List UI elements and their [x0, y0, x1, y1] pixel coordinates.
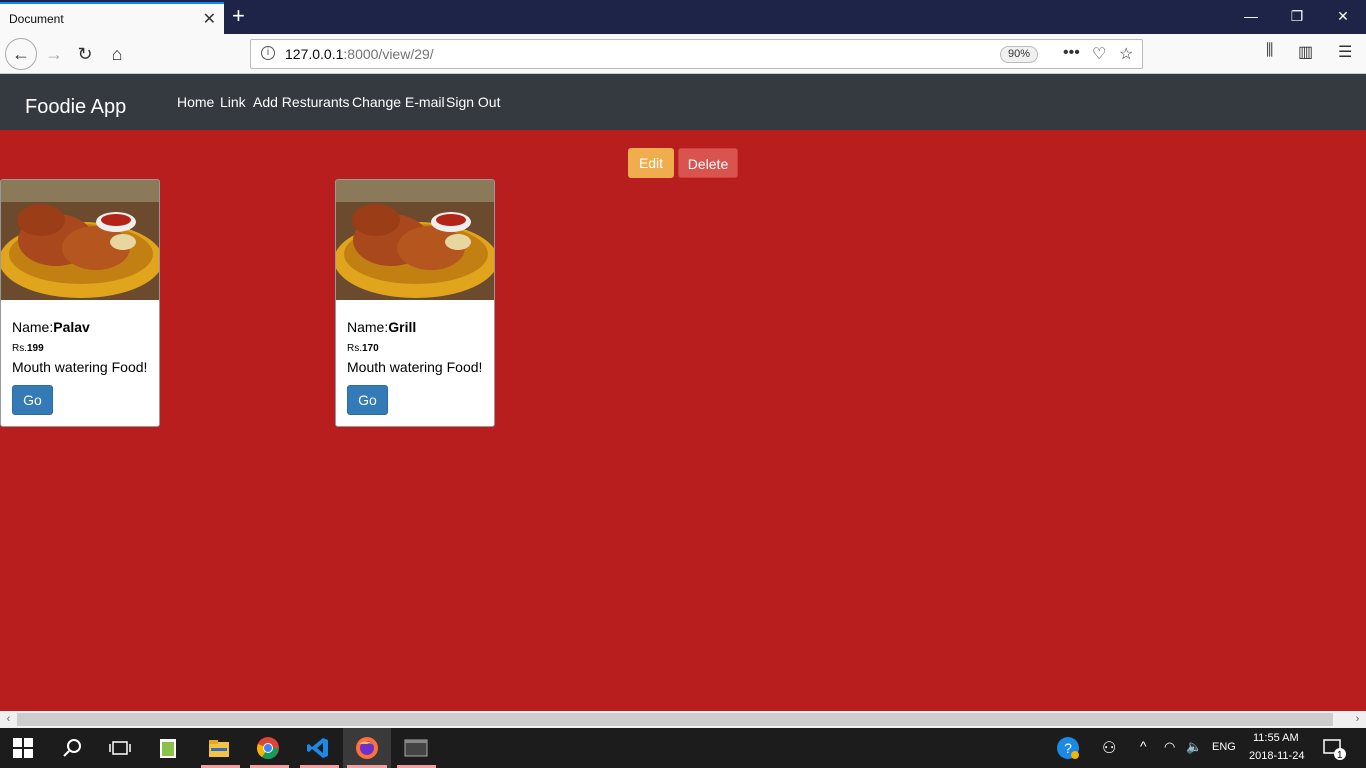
nav-link[interactable]: Link — [220, 94, 246, 110]
food-image — [336, 180, 494, 300]
more-icon[interactable]: ••• — [1063, 44, 1080, 62]
nav-add-restaurants[interactable]: Add Resturants — [253, 94, 350, 110]
url-bar[interactable]: i 127.0.0.1:8000/view/29/ 90% ••• ♡ ☆ — [250, 39, 1143, 69]
notepad-plus-icon[interactable] — [157, 736, 181, 760]
card-description: Mouth watering Food! — [12, 359, 148, 375]
nav-change-email[interactable]: Change E-mail — [352, 94, 445, 110]
firefox-icon[interactable] — [355, 736, 379, 760]
help-icon[interactable]: ? — [1056, 736, 1080, 760]
people-icon[interactable]: ⚇ — [1102, 738, 1116, 758]
bookmark-star-icon[interactable]: ☆ — [1119, 44, 1133, 64]
scrollbar-thumb[interactable] — [17, 713, 1333, 726]
back-icon[interactable]: ← — [5, 38, 37, 70]
food-card: Name:Grill Rs.170 Mouth watering Food! G… — [335, 179, 495, 427]
edit-button[interactable]: Edit — [628, 148, 674, 178]
nav-home[interactable]: Home — [177, 94, 214, 110]
scroll-left-icon[interactable]: ‹ — [0, 711, 17, 728]
network-icon[interactable]: ◠ — [1164, 739, 1175, 755]
chrome-icon[interactable] — [256, 736, 280, 760]
window-close-icon[interactable]: ✕ — [1333, 8, 1353, 25]
close-tab-icon[interactable]: ✕ — [203, 9, 216, 29]
chevron-up-icon[interactable]: ^ — [1140, 738, 1147, 754]
go-button[interactable]: Go — [347, 385, 388, 415]
card-price: Rs.170 — [347, 343, 379, 354]
search-icon[interactable] — [61, 736, 85, 760]
new-tab-icon[interactable]: + — [232, 3, 245, 29]
brand-logo[interactable]: Foodie App — [25, 96, 126, 119]
nav-sign-out[interactable]: Sign Out — [446, 94, 500, 110]
card-price: Rs.199 — [12, 343, 44, 354]
forward-icon[interactable]: → — [40, 40, 68, 68]
browser-titlebar: Document ✕ + — ❐ ✕ — [0, 0, 1366, 34]
menu-icon[interactable]: ☰ — [1338, 42, 1352, 62]
zoom-badge[interactable]: 90% — [1000, 46, 1038, 63]
scroll-right-icon[interactable]: › — [1349, 711, 1366, 728]
vscode-icon[interactable] — [306, 736, 330, 760]
task-view-icon[interactable] — [108, 736, 132, 760]
tab-title: Document — [9, 12, 64, 26]
clock-date[interactable]: 2018-11-24 — [1249, 750, 1304, 762]
go-button[interactable]: Go — [12, 385, 53, 415]
file-explorer-icon[interactable] — [207, 736, 231, 760]
sidebar-icon[interactable]: ▥ — [1298, 42, 1313, 62]
app-navbar: Foodie App Home Link Add Resturants Chan… — [0, 74, 1366, 130]
card-name: Name:Palav — [12, 319, 90, 335]
food-card: Name:Palav Rs.199 Mouth watering Food! G… — [0, 179, 160, 427]
card-name: Name:Grill — [347, 319, 417, 335]
browser-tab[interactable]: Document ✕ — [0, 2, 224, 34]
notification-count: 1 — [1337, 750, 1343, 761]
language-indicator[interactable]: ENG — [1212, 741, 1236, 753]
taskbar: ? ⚇ ^ ◠ 🔈 ENG 11:55 AM 2018-11-24 1 — [0, 728, 1366, 768]
card-description: Mouth watering Food! — [347, 359, 483, 375]
windows-start-icon[interactable] — [13, 738, 33, 758]
horizontal-scrollbar[interactable]: ‹ › — [0, 711, 1366, 728]
svg-text:?: ? — [1064, 740, 1072, 756]
pocket-icon[interactable]: ♡ — [1092, 44, 1106, 64]
delete-button[interactable]: Delete — [678, 148, 738, 178]
clock-time[interactable]: 11:55 AM — [1253, 732, 1299, 744]
reload-icon[interactable]: ↻ — [71, 40, 99, 68]
home-icon[interactable]: ⌂ — [103, 40, 131, 68]
volume-icon[interactable]: 🔈 — [1186, 739, 1202, 755]
food-image — [1, 180, 159, 300]
url-text[interactable]: 127.0.0.1:8000/view/29/ — [285, 46, 434, 62]
library-icon[interactable]: ⫼ — [1266, 42, 1273, 60]
minimize-icon[interactable]: — — [1241, 8, 1261, 24]
info-icon[interactable]: i — [261, 46, 275, 60]
restore-icon[interactable]: ❐ — [1287, 8, 1307, 25]
terminal-icon[interactable] — [404, 736, 428, 760]
